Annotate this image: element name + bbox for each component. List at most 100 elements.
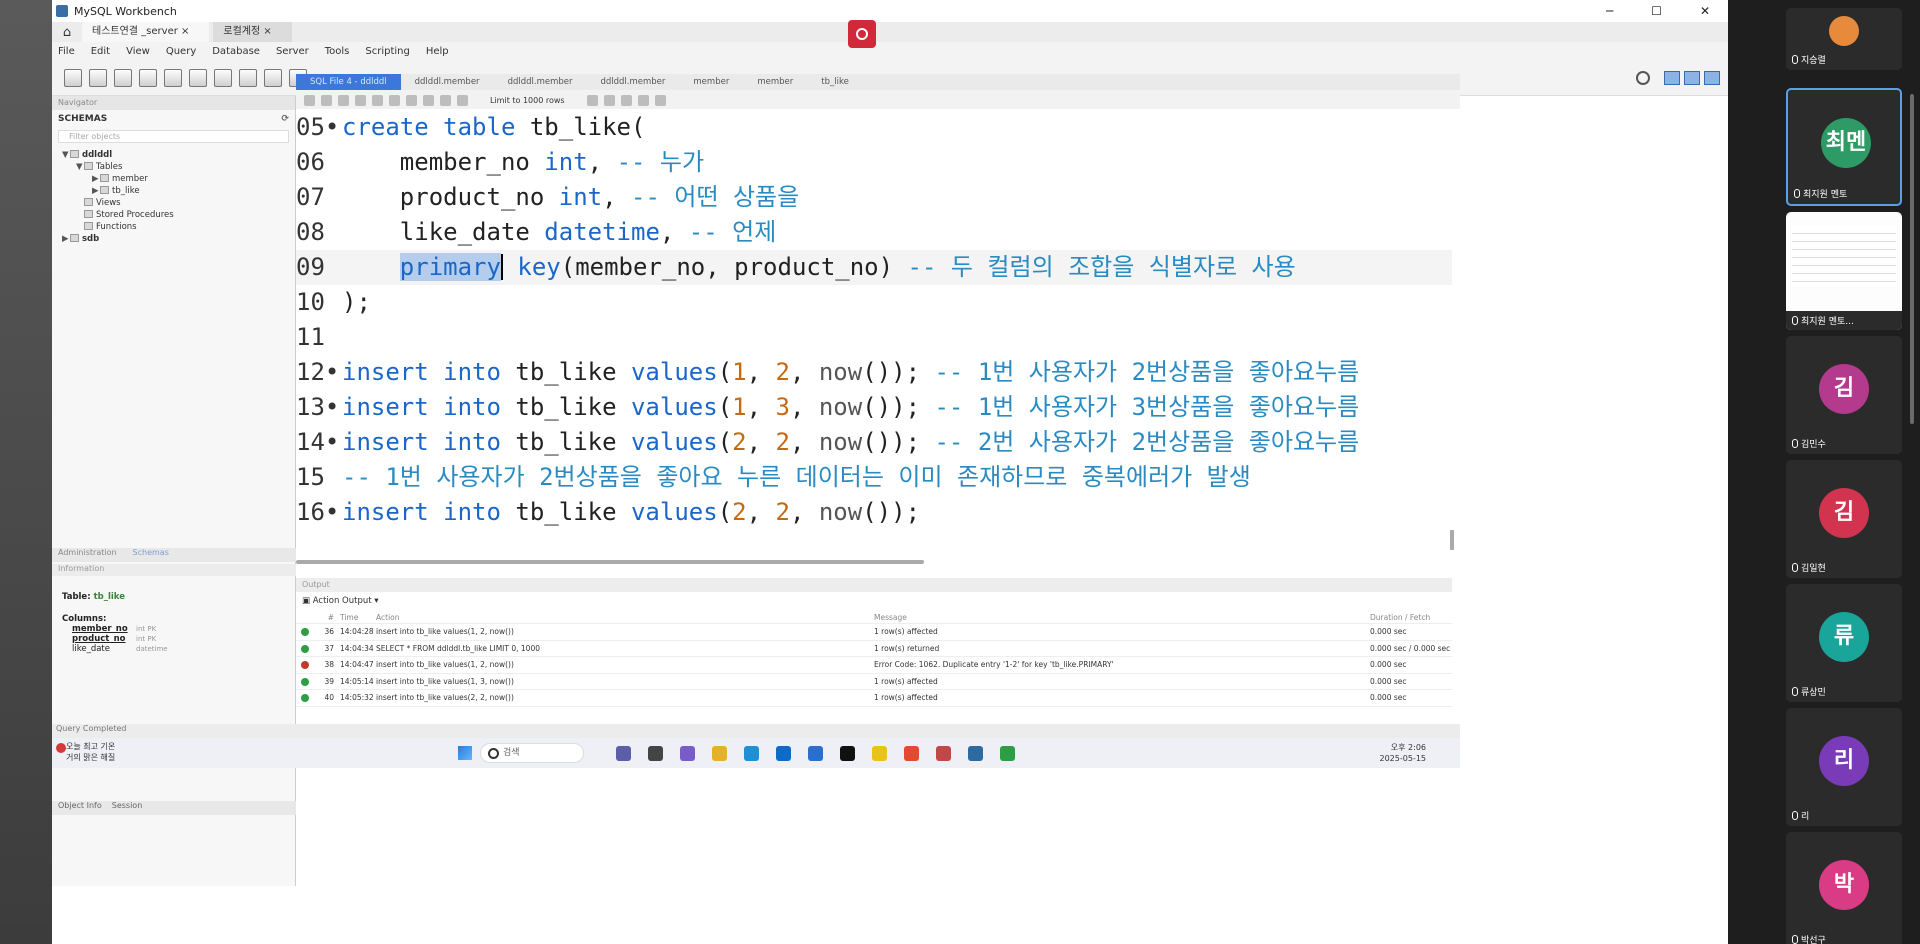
maximize-button[interactable]: ☐	[1651, 4, 1662, 18]
taskbar-app-icon[interactable]	[936, 746, 951, 761]
taskbar-app-icon[interactable]	[776, 746, 791, 761]
filter-objects-input[interactable]: Filter objects	[58, 130, 289, 143]
participant-tile[interactable]: 최지원 멘토...	[1786, 212, 1902, 330]
taskbar-search[interactable]: 검색	[480, 743, 584, 763]
open-file-icon[interactable]	[304, 94, 315, 106]
create-schema-icon[interactable]	[139, 68, 157, 87]
editor-tab[interactable]: ddlddl.member	[401, 74, 494, 90]
participant-tile[interactable]: 김 김일현	[1786, 460, 1902, 578]
menu-item-database[interactable]: Database	[212, 46, 260, 57]
windows-start-icon[interactable]	[458, 746, 472, 760]
menu-item-view[interactable]: View	[126, 46, 150, 57]
participant-tile[interactable]: 최멘 최지원 멘토	[1786, 88, 1902, 206]
layout-sidebar-icon[interactable]	[1664, 70, 1680, 85]
menu-item-tools[interactable]: Tools	[325, 46, 350, 57]
editor-tab[interactable]: SQL File 4 - ddlddl	[296, 74, 401, 90]
create-table-icon[interactable]	[164, 68, 182, 87]
participants-scrollbar[interactable]	[1910, 94, 1914, 424]
stop-icon[interactable]	[389, 94, 400, 106]
rollback-icon[interactable]	[440, 94, 451, 106]
sql-editor[interactable]: 05• create table tb_like(06 member_no int…	[296, 110, 1452, 548]
tree-item[interactable]: ▶ tb_like	[62, 185, 295, 197]
tree-twisty-icon[interactable]: ▼	[62, 149, 70, 161]
refresh-icon[interactable]: ⟳	[281, 114, 289, 124]
output-type-select[interactable]: ▣ Action Output ▾	[302, 596, 379, 606]
create-function-icon[interactable]	[239, 68, 257, 87]
connection-tab[interactable]: 테스트연결 _server ×	[82, 22, 210, 42]
taskbar-app-icon[interactable]	[680, 746, 695, 761]
taskbar-app-icon[interactable]	[648, 746, 663, 761]
tree-item[interactable]: ▶ sdb	[62, 233, 295, 245]
participant-tile[interactable]: 지승렬	[1786, 8, 1902, 70]
find-icon[interactable]	[603, 94, 615, 106]
taskbar-app-icon[interactable]	[840, 746, 855, 761]
vertical-scrollbar[interactable]	[1450, 530, 1454, 550]
create-view-icon[interactable]	[189, 68, 207, 87]
minimize-button[interactable]: ─	[1606, 4, 1613, 18]
gear-icon[interactable]	[1636, 70, 1650, 85]
connection-tab[interactable]: 로컬계정 ×	[213, 22, 292, 42]
menu-item-edit[interactable]: Edit	[91, 46, 110, 57]
tree-twisty-icon[interactable]: ▶	[92, 185, 100, 197]
participant-tile[interactable]: 박 박선구	[1786, 832, 1902, 944]
output-row[interactable]: 40 14:05:32 insert into tb_like values(2, …	[296, 690, 1452, 707]
output-row[interactable]: 36 14:04:28 insert into tb_like values(1, …	[296, 624, 1452, 641]
tree-item[interactable]: Stored Procedures	[62, 209, 295, 221]
taskbar-app-icon[interactable]	[1000, 746, 1015, 761]
taskbar-app-icon[interactable]	[904, 746, 919, 761]
menu-item-scripting[interactable]: Scripting	[365, 46, 409, 57]
toggle-error-icon[interactable]	[406, 94, 417, 106]
tree-item[interactable]: ▼ ddlddl	[62, 149, 295, 161]
editor-tab[interactable]: ddlddl.member	[586, 74, 679, 90]
editor-tab[interactable]: ddlddl.member	[494, 74, 587, 90]
taskbar-app-icon[interactable]	[808, 746, 823, 761]
weather-widget[interactable]: 오늘 최고 기온 거의 맑은 해질	[56, 741, 115, 763]
wrap-icon[interactable]	[637, 94, 649, 106]
explain-icon[interactable]	[372, 94, 383, 106]
output-row[interactable]: 39 14:05:14 insert into tb_like values(1, …	[296, 674, 1452, 690]
output-row[interactable]: 38 14:04:47 insert into tb_like values(1, …	[296, 657, 1452, 674]
limit-rows-select[interactable]: Limit to 1000 rows	[474, 96, 581, 105]
tree-twisty-icon[interactable]: ▶	[92, 173, 100, 185]
new-sql-tab-icon[interactable]	[64, 68, 82, 87]
close-button[interactable]: ✕	[1700, 4, 1710, 18]
tree-item[interactable]: Functions	[62, 221, 295, 233]
open-script-icon[interactable]	[114, 68, 132, 87]
taskbar-app-icon[interactable]	[712, 746, 727, 761]
open-sql-icon[interactable]	[89, 68, 107, 87]
menu-item-query[interactable]: Query	[166, 46, 196, 57]
invisible-chars-icon[interactable]	[620, 94, 632, 106]
participant-tile[interactable]: 리리	[1786, 708, 1902, 826]
tab-object-info[interactable]: Object Info	[58, 801, 102, 815]
editor-tab[interactable]: tb_like	[807, 74, 863, 90]
tree-item[interactable]: ▶ member	[62, 173, 295, 185]
tab-schemas[interactable]: Schemas	[133, 548, 169, 562]
snippet-icon[interactable]	[654, 94, 666, 106]
record-button[interactable]	[848, 20, 876, 48]
editor-tab[interactable]: member	[679, 74, 743, 90]
taskbar-app-icon[interactable]	[968, 746, 983, 761]
execute-current-icon[interactable]	[355, 94, 366, 106]
layout-output-icon[interactable]	[1684, 70, 1700, 85]
create-procedure-icon[interactable]	[214, 68, 232, 87]
beautify-icon[interactable]	[586, 94, 598, 106]
taskbar-app-icon[interactable]	[872, 746, 887, 761]
execute-icon[interactable]	[338, 94, 349, 106]
home-icon[interactable]: ⌂	[52, 25, 82, 40]
output-row[interactable]: 37 14:04:34 SELECT * FROM ddlddl.tb_like L…	[296, 641, 1452, 657]
tree-item[interactable]: ▼ Tables	[62, 161, 295, 173]
tree-twisty-icon[interactable]: ▶	[62, 233, 70, 245]
menu-item-help[interactable]: Help	[426, 46, 449, 57]
search-table-icon[interactable]	[264, 68, 282, 87]
tab-administration[interactable]: Administration	[58, 548, 117, 562]
taskbar-app-icon[interactable]	[744, 746, 759, 761]
tab-session[interactable]: Session	[112, 801, 143, 815]
horizontal-scrollbar[interactable]	[296, 560, 924, 564]
menu-item-server[interactable]: Server	[276, 46, 309, 57]
layout-secondary-icon[interactable]	[1704, 70, 1720, 85]
tree-item[interactable]: Views	[62, 197, 295, 209]
taskbar-app-icon[interactable]	[616, 746, 631, 761]
tree-twisty-icon[interactable]: ▼	[76, 161, 84, 173]
editor-tab[interactable]: member	[743, 74, 807, 90]
save-icon[interactable]	[321, 94, 332, 106]
